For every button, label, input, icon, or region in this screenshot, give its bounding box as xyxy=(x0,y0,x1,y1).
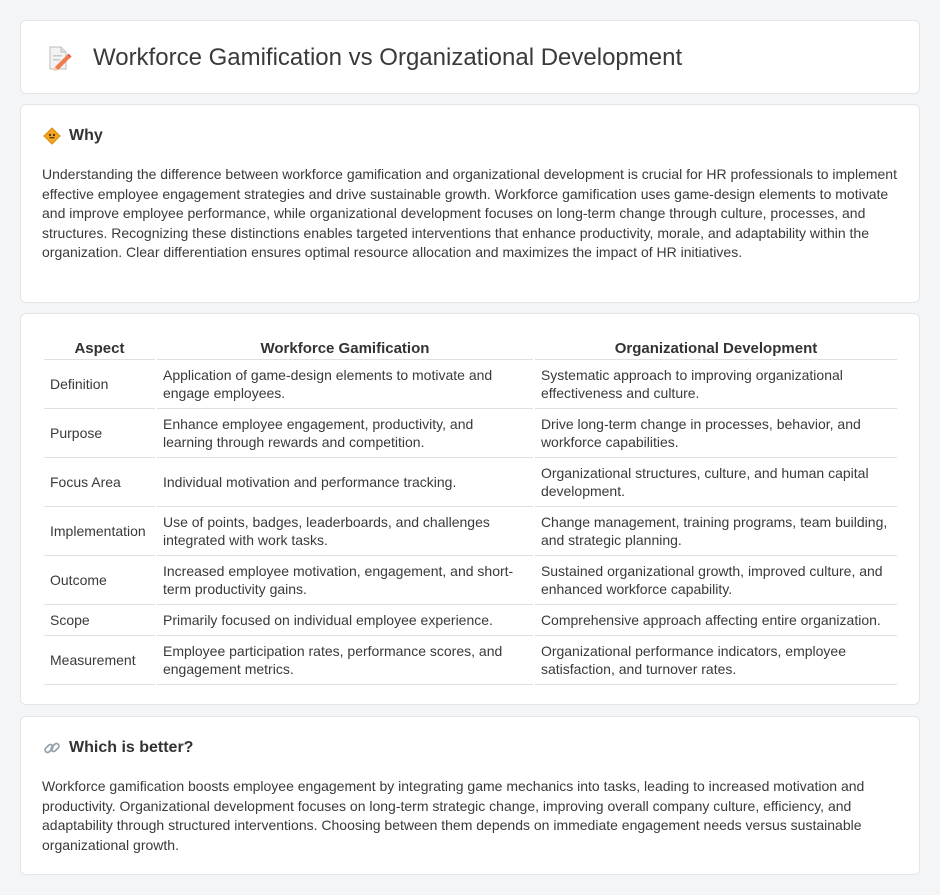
gamification-cell: Use of points, badges, leaderboards, and… xyxy=(156,507,533,556)
aspect-cell: Outcome xyxy=(44,556,155,605)
development-cell: Change management, training programs, te… xyxy=(534,507,897,556)
which-is-better-heading: Which is better? xyxy=(69,739,194,756)
table-row: Measurement Employee participation rates… xyxy=(44,636,897,685)
gamification-cell: Increased employee motivation, engagemen… xyxy=(156,556,533,605)
development-cell: Organizational performance indicators, e… xyxy=(534,636,897,685)
gamification-cell: Application of game-design elements to m… xyxy=(156,360,533,409)
table-header-row: Aspect Workforce Gamification Organizati… xyxy=(44,334,897,360)
aspect-cell: Measurement xyxy=(44,636,155,685)
header-organizational-development: Organizational Development xyxy=(534,334,897,360)
development-cell: Organizational structures, culture, and … xyxy=(534,458,897,507)
table-row: Definition Application of game-design el… xyxy=(44,360,897,409)
table-row: Outcome Increased employee motivation, e… xyxy=(44,556,897,605)
aspect-cell: Definition xyxy=(44,360,155,409)
which-is-better-text: Workforce gamification boosts employee e… xyxy=(42,778,865,853)
header-aspect: Aspect xyxy=(44,334,155,360)
development-cell: Drive long-term change in processes, beh… xyxy=(534,409,897,458)
table-row: Implementation Use of points, badges, le… xyxy=(44,507,897,556)
gamification-cell: Primarily focused on individual employee… xyxy=(156,605,533,636)
why-heading: Why xyxy=(69,127,103,144)
aspect-cell: Implementation xyxy=(44,507,155,556)
aspect-cell: Scope xyxy=(44,605,155,636)
table-row: Focus Area Individual motivation and per… xyxy=(44,458,897,507)
aspect-cell: Purpose xyxy=(44,409,155,458)
document-pencil-icon xyxy=(43,43,73,73)
page-title: Workforce Gamification vs Organizational… xyxy=(93,44,683,71)
aspect-cell: Focus Area xyxy=(44,458,155,507)
development-cell: Systematic approach to improving organiz… xyxy=(534,360,897,409)
why-text: Understanding the difference between wor… xyxy=(42,166,897,260)
gamification-cell: Enhance employee engagement, productivit… xyxy=(156,409,533,458)
gamification-cell: Employee participation rates, performanc… xyxy=(156,636,533,685)
table-row: Scope Primarily focused on individual em… xyxy=(44,605,897,636)
table-row: Purpose Enhance employee engagement, pro… xyxy=(44,409,897,458)
diamond-sign-icon xyxy=(43,127,61,145)
header-workforce-gamification: Workforce Gamification xyxy=(156,334,533,360)
which-is-better-section: Which is better? Workforce gamification … xyxy=(20,716,920,875)
link-icon xyxy=(43,739,61,757)
development-cell: Sustained organizational growth, improve… xyxy=(534,556,897,605)
comparison-table: Aspect Workforce Gamification Organizati… xyxy=(42,334,899,685)
title-card: Workforce Gamification vs Organizational… xyxy=(20,20,920,94)
gamification-cell: Individual motivation and performance tr… xyxy=(156,458,533,507)
why-section: Why Understanding the difference between… xyxy=(20,104,920,303)
comparison-table-card: Aspect Workforce Gamification Organizati… xyxy=(20,313,920,705)
development-cell: Comprehensive approach affecting entire … xyxy=(534,605,897,636)
